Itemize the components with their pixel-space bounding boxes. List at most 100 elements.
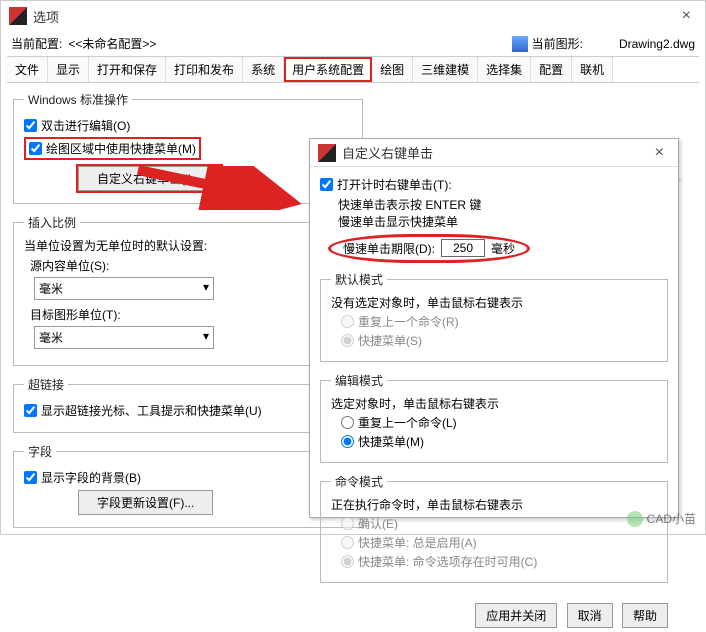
watermark-icon <box>627 511 643 527</box>
group-command-mode: 命令模式 正在执行命令时，单击鼠标右键表示 确认(E) 快捷菜单: 总是启用(A… <box>320 473 668 583</box>
drawing-value: Drawing2.dwg <box>619 37 695 51</box>
tab-file[interactable]: 文件 <box>7 57 48 82</box>
radio-default-repeat-label: 重复上一个命令(R) <box>358 313 459 330</box>
chk-timed-input[interactable] <box>320 178 333 191</box>
chk-timed-label: 打开计时右键单击(T): <box>337 176 452 193</box>
radio-cmd-enter[interactable]: 确认(E) <box>341 515 657 532</box>
chk-timed-rclick[interactable]: 打开计时右键单击(T): <box>320 176 668 193</box>
radio-cmd-enter-label: 确认(E) <box>358 515 398 532</box>
chk-field-bg-label: 显示字段的背景(B) <box>41 469 141 486</box>
chk-hyperlink-label: 显示超链接光标、工具提示和快捷菜单(U) <box>41 402 262 419</box>
radio-default-menu-input[interactable] <box>341 334 354 347</box>
default-mode-legend: 默认模式 <box>331 271 387 288</box>
radio-cmd-always[interactable]: 快捷菜单: 总是启用(A) <box>341 534 657 551</box>
profile-row: 当前配置: <<未命名配置>> 当前图形: Drawing2.dwg <box>1 31 705 54</box>
window-title: 选项 <box>33 7 59 26</box>
tgt-units-select[interactable]: 毫米 ▾ <box>34 326 214 349</box>
apply-close-button[interactable]: 应用并关闭 <box>475 603 557 628</box>
windows-std-legend: Windows 标准操作 <box>24 91 132 108</box>
dialog-button-row: 应用并关闭 取消 帮助 <box>310 599 678 632</box>
slow-limit-highlight: 慢速单击期限(D): 毫秒 <box>328 234 530 263</box>
rclick-dialog: 自定义右键单击 × 打开计时右键单击(T): 快速单击表示按 ENTER 键 慢… <box>309 138 679 518</box>
slow-click-desc: 慢速单击显示快捷菜单 <box>338 213 668 230</box>
default-mode-desc: 没有选定对象时，单击鼠标右键表示 <box>331 294 657 311</box>
tab-plot[interactable]: 打印和发布 <box>166 57 243 82</box>
radio-default-repeat-input[interactable] <box>341 315 354 328</box>
radio-cmd-always-input[interactable] <box>341 536 354 549</box>
chk-context-label: 绘图区域中使用快捷菜单(M) <box>46 140 196 157</box>
src-units-value: 毫米 <box>39 280 63 297</box>
tab-3d[interactable]: 三维建模 <box>413 57 478 82</box>
scale-desc: 当单位设置为无单位时的默认设置: <box>24 237 352 254</box>
radio-edit-menu-label: 快捷菜单(M) <box>358 433 424 450</box>
edit-mode-legend: 编辑模式 <box>331 372 387 389</box>
cmd-mode-legend: 命令模式 <box>331 473 387 490</box>
chevron-down-icon: ▾ <box>203 329 209 346</box>
radio-default-menu-label: 快捷菜单(S) <box>358 332 422 349</box>
dialog-body: 打开计时右键单击(T): 快速单击表示按 ENTER 键 慢速单击显示快捷菜单 … <box>310 167 678 599</box>
tab-drafting[interactable]: 绘图 <box>372 57 413 82</box>
radio-edit-menu[interactable]: 快捷菜单(M) <box>341 433 657 450</box>
radio-default-menu[interactable]: 快捷菜单(S) <box>341 332 657 349</box>
chk-hyperlink-input[interactable] <box>24 404 37 417</box>
chk-field-bg[interactable]: 显示字段的背景(B) <box>24 469 352 486</box>
tgt-units-value: 毫米 <box>39 329 63 346</box>
radio-cmd-enter-input[interactable] <box>341 517 354 530</box>
chevron-down-icon: ▾ <box>203 280 209 297</box>
hyperlink-legend: 超链接 <box>24 376 68 393</box>
edit-mode-desc: 选定对象时，单击鼠标右键表示 <box>331 395 657 412</box>
group-edit-mode: 编辑模式 选定对象时，单击鼠标右键表示 重复上一个命令(L) 快捷菜单(M) <box>320 372 668 463</box>
tab-user-prefs[interactable]: 用户系统配置 <box>284 57 372 82</box>
tab-profiles[interactable]: 配置 <box>531 57 572 82</box>
tab-open-save[interactable]: 打开和保存 <box>89 57 166 82</box>
cmd-mode-desc: 正在执行命令时，单击鼠标右键表示 <box>331 496 657 513</box>
dialog-close-icon[interactable]: × <box>649 144 670 162</box>
chk-context-menu-highlight: 绘图区域中使用快捷菜单(M) <box>24 137 201 160</box>
field-update-button[interactable]: 字段更新设置(F)... <box>78 490 213 515</box>
tgt-units-label: 目标图形单位(T): <box>30 306 352 323</box>
help-button[interactable]: 帮助 <box>622 603 668 628</box>
chk-dblclick-label: 双击进行编辑(O) <box>41 117 130 134</box>
autocad-logo-icon <box>9 7 27 25</box>
src-units-label: 源内容单位(S): <box>30 257 352 274</box>
slow-limit-unit: 毫秒 <box>491 240 515 257</box>
watermark-text: CAD小苗 <box>647 510 696 527</box>
drawing-icon <box>512 36 528 52</box>
autocad-logo-icon <box>318 144 336 162</box>
radio-default-repeat[interactable]: 重复上一个命令(R) <box>341 313 657 330</box>
tab-online[interactable]: 联机 <box>572 57 613 82</box>
profile-label: 当前配置: <box>11 35 62 52</box>
insert-scale-legend: 插入比例 <box>24 214 80 231</box>
watermark: CAD小苗 <box>627 510 696 527</box>
radio-edit-repeat-input[interactable] <box>341 416 354 429</box>
close-icon[interactable]: × <box>676 7 697 25</box>
tab-selection[interactable]: 选择集 <box>478 57 531 82</box>
radio-edit-repeat-label: 重复上一个命令(L) <box>358 414 457 431</box>
tab-system[interactable]: 系统 <box>243 57 284 82</box>
radio-cmd-always-label: 快捷菜单: 总是启用(A) <box>358 534 477 551</box>
drawing-label: 当前图形: <box>532 35 583 52</box>
dialog-title: 自定义右键单击 <box>342 143 433 162</box>
slow-limit-input[interactable] <box>441 239 485 257</box>
src-units-select[interactable]: 毫米 ▾ <box>34 277 214 300</box>
slow-limit-label: 慢速单击期限(D): <box>343 240 435 257</box>
dialog-titlebar: 自定义右键单击 × <box>310 139 678 167</box>
radio-edit-menu-input[interactable] <box>341 435 354 448</box>
profile-value: <<未命名配置>> <box>68 35 156 52</box>
chk-dblclick-edit[interactable]: 双击进行编辑(O) <box>24 117 352 134</box>
chk-dblclick-input[interactable] <box>24 119 37 132</box>
customize-rclick-button[interactable]: 自定义右键单击(I)... <box>78 166 221 191</box>
radio-edit-repeat[interactable]: 重复上一个命令(L) <box>341 414 657 431</box>
group-default-mode: 默认模式 没有选定对象时，单击鼠标右键表示 重复上一个命令(R) 快捷菜单(S) <box>320 271 668 362</box>
tab-display[interactable]: 显示 <box>48 57 89 82</box>
radio-cmd-opts[interactable]: 快捷菜单: 命令选项存在时可用(C) <box>341 553 657 570</box>
chk-context-input[interactable] <box>29 142 42 155</box>
fast-click-desc: 快速单击表示按 ENTER 键 <box>338 196 668 213</box>
options-tabs: 文件 显示 打开和保存 打印和发布 系统 用户系统配置 绘图 三维建模 选择集 … <box>7 56 699 83</box>
titlebar-main: 选项 × <box>1 1 705 31</box>
radio-cmd-opts-label: 快捷菜单: 命令选项存在时可用(C) <box>358 553 537 570</box>
chk-hyperlink[interactable]: 显示超链接光标、工具提示和快捷菜单(U) <box>24 402 352 419</box>
cancel-button[interactable]: 取消 <box>567 603 613 628</box>
radio-cmd-opts-input[interactable] <box>341 555 354 568</box>
chk-field-bg-input[interactable] <box>24 471 37 484</box>
